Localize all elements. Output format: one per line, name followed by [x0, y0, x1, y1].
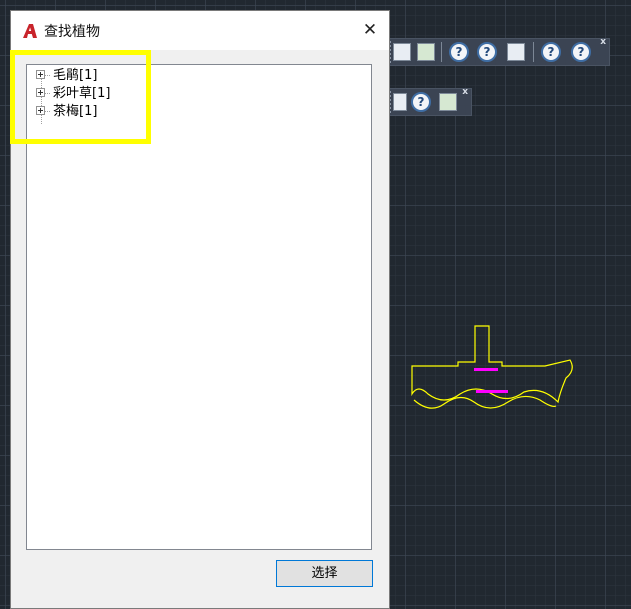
planting-label [476, 390, 508, 393]
toolbar-close-icon[interactable]: x [600, 37, 606, 47]
help-icon[interactable]: ? [571, 42, 591, 62]
floating-toolbar-bottom: ? x [386, 87, 472, 116]
select-button[interactable]: 选择 [276, 560, 373, 587]
toolbar-tool-icon[interactable] [507, 43, 525, 61]
help-icon[interactable]: ? [477, 42, 497, 62]
help-icon[interactable]: ? [541, 42, 561, 62]
toolbar-tool-icon[interactable] [393, 93, 407, 111]
help-icon[interactable]: ? [411, 92, 431, 112]
dialog-titlebar[interactable]: 查找植物 ✕ [11, 11, 389, 50]
planting-label [474, 368, 498, 371]
toolbar-close-icon[interactable]: x [462, 87, 468, 97]
close-icon: ✕ [362, 20, 378, 40]
autocad-app-icon [23, 24, 37, 38]
toolbar-tool-icon[interactable] [417, 43, 435, 61]
highlight-annotation-box [10, 50, 151, 144]
close-button[interactable]: ✕ [355, 15, 385, 45]
floating-toolbar-top: ? ? ? ? x [386, 37, 610, 66]
help-icon[interactable]: ? [449, 42, 469, 62]
toolbar-tool-icon[interactable] [439, 93, 457, 111]
dialog-title: 查找植物 [44, 24, 100, 40]
cad-drawing [411, 325, 573, 409]
toolbar-tool-icon[interactable] [393, 43, 411, 61]
toolbar-separator [441, 42, 442, 62]
toolbar-separator [533, 42, 534, 62]
